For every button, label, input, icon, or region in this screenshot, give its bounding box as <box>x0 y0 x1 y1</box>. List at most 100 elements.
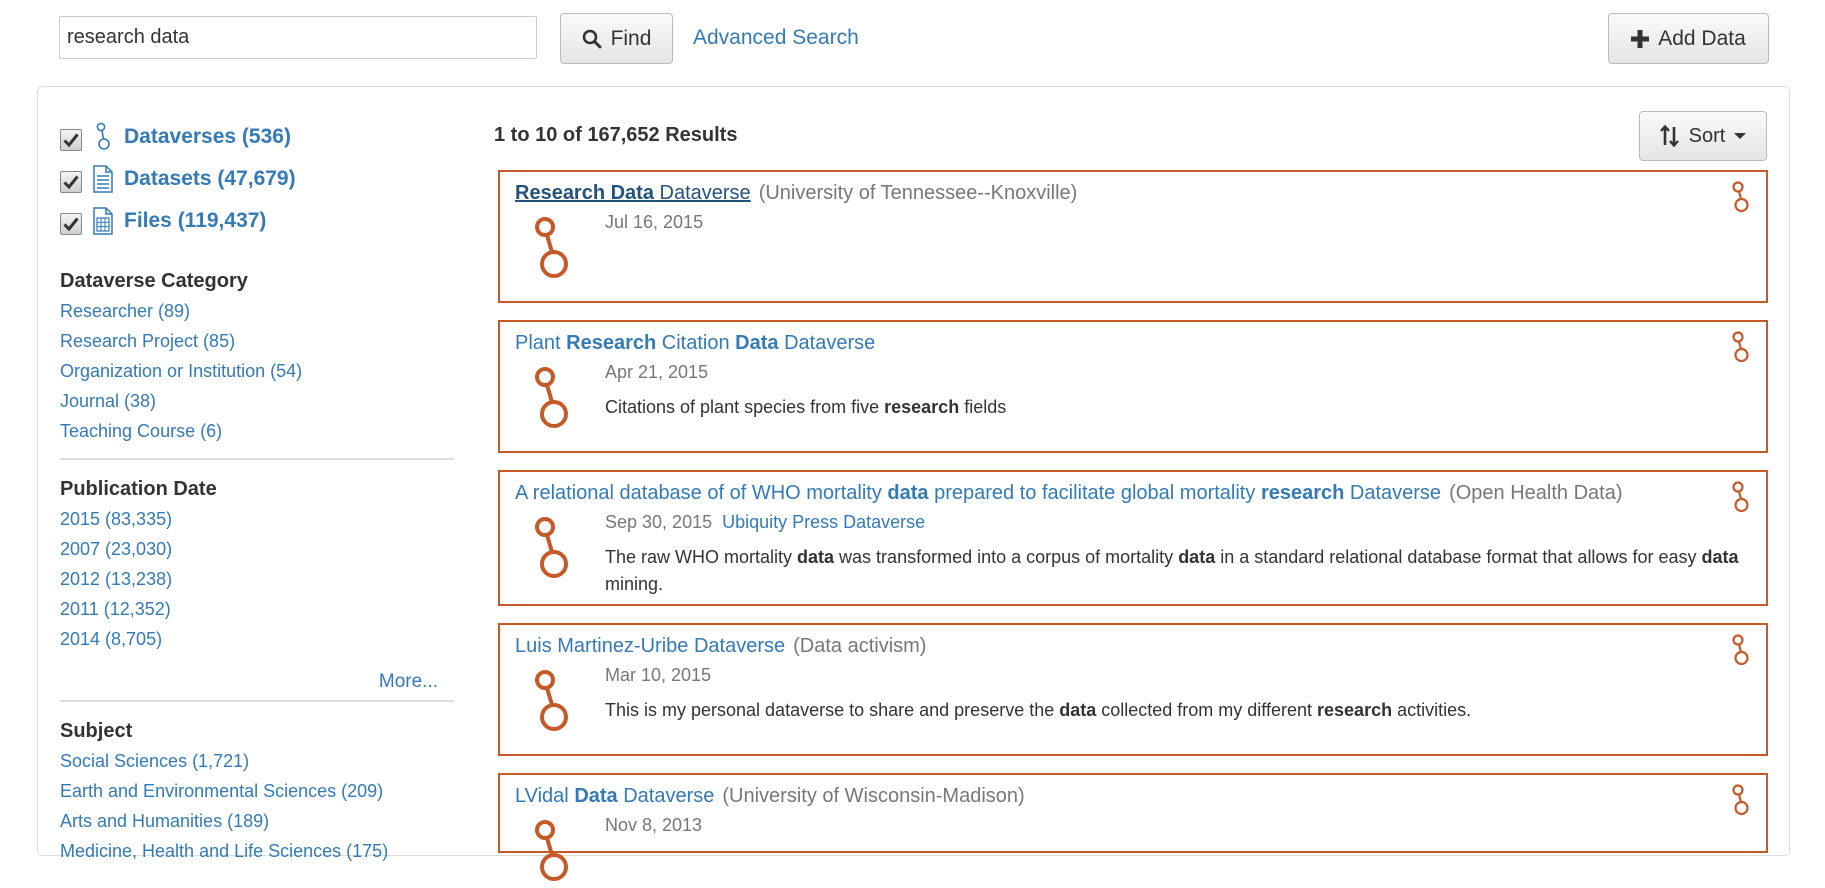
type-filter-label[interactable]: Datasets (47,679) <box>124 167 296 191</box>
result-title: Plant Research Citation Data Dataverse <box>515 332 875 355</box>
add-data-label: Add Data <box>1658 26 1746 50</box>
result-date: Mar 10, 2015 <box>605 665 711 686</box>
dataverse-thumbnail-icon[interactable] <box>534 366 572 430</box>
checkbox[interactable] <box>60 213 82 235</box>
result-title-link[interactable]: LVidal Data Dataverse <box>515 785 714 807</box>
facet-item[interactable]: Earth and Environmental Sciences (209) <box>60 776 454 806</box>
description-segment: Citations of plant species from five <box>605 397 885 417</box>
advanced-search-link[interactable]: Advanced Search <box>693 26 859 50</box>
results-count: 1 to 10 of 167,652 Results <box>494 124 738 146</box>
description-segment: activities. <box>1392 700 1472 720</box>
title-segment: prepared to facilitate global mortality <box>928 482 1261 504</box>
add-data-button[interactable]: Add Data <box>1608 13 1769 64</box>
description-segment: collected from my different <box>1096 700 1318 720</box>
result-date: Apr 21, 2015 <box>605 362 708 383</box>
result-date-text: Jul 16, 2015 <box>605 212 704 232</box>
dataverse-icon <box>92 122 114 152</box>
dataverse-thumbnail-icon[interactable] <box>534 216 572 280</box>
dataverse-thumbnail-icon[interactable] <box>534 819 572 883</box>
facet-sidebar: Dataverses (536) Datasets (47,679) Files (… <box>60 116 454 866</box>
title-segment: Data <box>735 332 779 354</box>
dataverse-icon <box>1730 181 1750 213</box>
facet-item[interactable]: Research Project (85) <box>60 326 454 356</box>
plus-icon <box>1631 29 1650 48</box>
description-segment: in a standard relational database format… <box>1215 547 1702 567</box>
file-icon <box>92 206 114 236</box>
checkbox[interactable] <box>60 171 82 193</box>
result-date-text: Sep 30, 2015 <box>605 512 713 532</box>
description-segment: This is my personal dataverse to share a… <box>605 700 1060 720</box>
facet-item[interactable]: Organization or Institution (54) <box>60 356 454 386</box>
result-title: Research Data Dataverse (University of Te… <box>515 182 1077 205</box>
title-segment: data <box>887 482 929 504</box>
type-filter-dataset[interactable]: Datasets (47,679) <box>60 158 454 200</box>
result-affiliation: (University of Tennessee--Knoxville) <box>758 182 1078 204</box>
facet-item[interactable]: Teaching Course (6) <box>60 416 454 446</box>
result-description: This is my personal dataverse to share a… <box>605 697 1752 724</box>
result-affiliation: (University of Wisconsin-Madison) <box>722 785 1025 807</box>
result-date-text: Apr 21, 2015 <box>605 362 709 382</box>
dataverse-icon <box>1730 634 1750 666</box>
result-affiliation: (Open Health Data) <box>1449 482 1623 504</box>
facet-item[interactable]: Medicine, Health and Life Sciences (175) <box>60 836 454 866</box>
description-segment: mining. <box>605 574 664 594</box>
type-filter-label[interactable]: Files (119,437) <box>124 209 266 233</box>
type-filter-dataverse[interactable]: Dataverses (536) <box>60 116 454 158</box>
facet-title: Publication Date <box>60 478 217 500</box>
title-segment: research <box>1260 482 1345 504</box>
result-card: Research Data Dataverse (University of Te… <box>498 170 1768 303</box>
facet-item[interactable]: 2012 (13,238) <box>60 564 454 594</box>
facet-subject: Subject Social Sciences (1,721) Earth and… <box>60 716 454 866</box>
title-segment: Dataverse <box>617 785 715 807</box>
description-segment: research <box>1317 700 1393 720</box>
description-segment: data <box>797 547 835 567</box>
result-title-link[interactable]: Luis Martinez-Uribe Dataverse <box>515 635 785 657</box>
type-filter-file[interactable]: Files (119,437) <box>60 200 454 242</box>
result-title: A relational database of of WHO mortalit… <box>515 482 1622 505</box>
result-title-link[interactable]: A relational database of of WHO mortalit… <box>515 482 1441 504</box>
facet-item[interactable]: 2007 (23,030) <box>60 534 454 564</box>
result-card: Plant Research Citation Data Dataverse Ap… <box>498 320 1768 453</box>
title-segment: Research <box>566 332 657 354</box>
find-button[interactable]: Find <box>560 13 673 64</box>
facet-item[interactable]: Arts and Humanities (189) <box>60 806 454 836</box>
result-date: Nov 8, 2013 <box>605 815 702 836</box>
facet-item[interactable]: 2014 (8,705) <box>60 624 454 654</box>
result-date-text: Mar 10, 2015 <box>605 665 712 685</box>
type-filter-label[interactable]: Dataverses (536) <box>124 125 291 149</box>
facet-item[interactable]: Researcher (89) <box>60 296 454 326</box>
result-title: LVidal Data Dataverse (University of Wisc… <box>515 785 1025 808</box>
sort-icon <box>1659 125 1679 147</box>
more-link[interactable]: More... <box>60 664 454 700</box>
checkbox[interactable] <box>60 129 82 151</box>
dataverse-thumbnail-icon[interactable] <box>534 516 572 580</box>
description-segment: data <box>1059 700 1097 720</box>
title-segment: Luis Martinez-Uribe Dataverse <box>515 635 786 657</box>
find-button-label: Find <box>610 26 652 50</box>
result-description: Citations of plant species from five res… <box>605 394 1752 421</box>
result-title-link[interactable]: Research Data Dataverse <box>515 182 751 204</box>
facet-item[interactable]: Journal (38) <box>60 386 454 416</box>
title-segment: Plant <box>515 332 567 354</box>
dataverse-icon <box>1730 481 1750 513</box>
dataverse-icon <box>1730 331 1750 363</box>
title-segment: Dataverse <box>653 182 751 204</box>
search-input[interactable] <box>59 16 537 59</box>
results-list: Research Data Dataverse (University of Te… <box>498 170 1768 881</box>
facet-item[interactable]: 2015 (83,335) <box>60 504 454 534</box>
title-segment: Citation <box>656 332 736 354</box>
caret-down-icon <box>1734 133 1747 139</box>
result-parent-link[interactable]: Ubiquity Press Dataverse <box>722 512 925 532</box>
facet-item[interactable]: Social Sciences (1,721) <box>60 746 454 776</box>
result-title-link[interactable]: Plant Research Citation Data Dataverse <box>515 332 875 354</box>
title-segment: Research Data <box>515 182 654 204</box>
title-segment: A relational database of of WHO mortalit… <box>515 482 888 504</box>
result-title: Luis Martinez-Uribe Dataverse (Data activ… <box>515 635 926 658</box>
title-segment: Dataverse <box>778 332 876 354</box>
facet-item[interactable]: 2011 (12,352) <box>60 594 454 624</box>
result-date: Jul 16, 2015 <box>605 212 703 233</box>
sort-button[interactable]: Sort <box>1639 111 1767 161</box>
dataverse-thumbnail-icon[interactable] <box>534 669 572 733</box>
description-segment: was transformed into a corpus of mortali… <box>834 547 1179 567</box>
title-segment: LVidal <box>515 785 575 807</box>
